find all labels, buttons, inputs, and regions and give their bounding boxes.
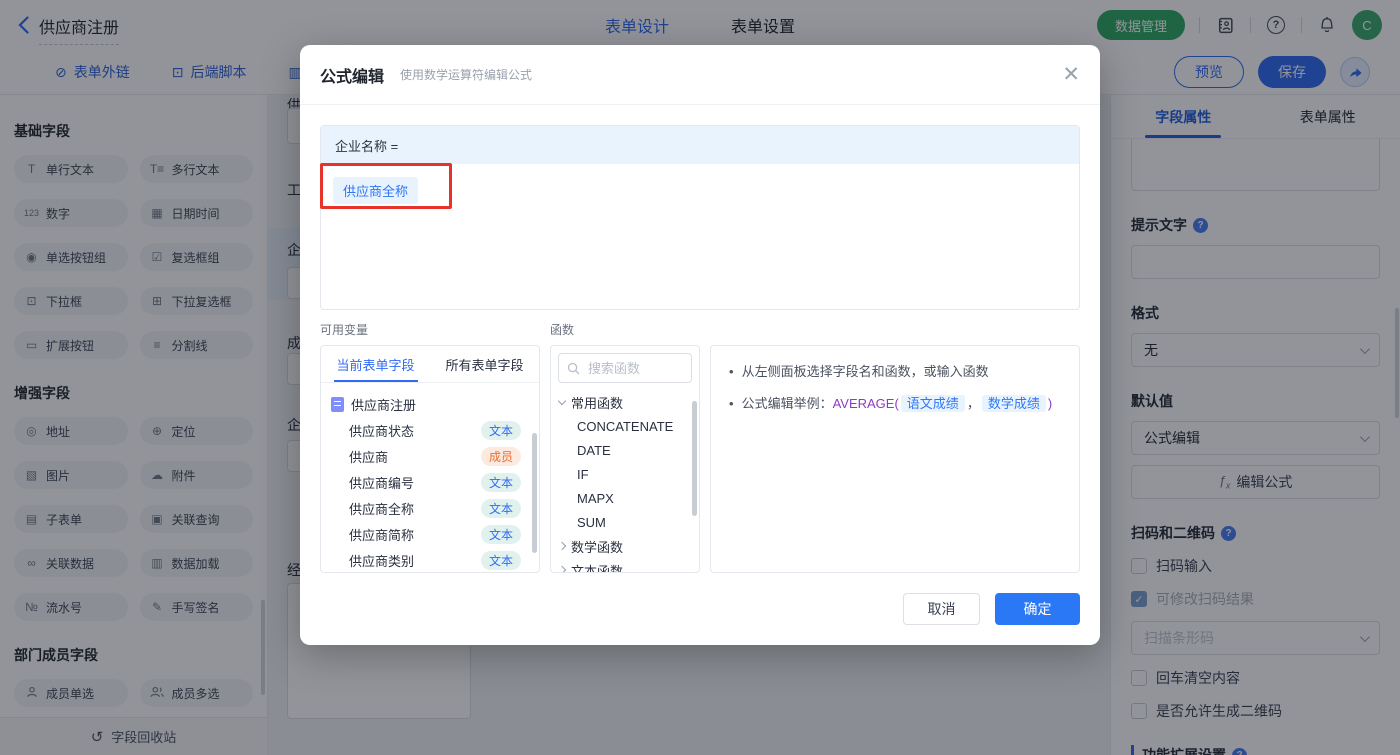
function-search[interactable] bbox=[558, 353, 692, 383]
function-item[interactable]: CONCATENATE bbox=[551, 414, 699, 438]
tip-line-2: 公式编辑举例：AVERAGE(语文成绩，数学成绩) bbox=[729, 394, 1061, 413]
type-badge: 文本 bbox=[480, 420, 521, 440]
formula-editor: 企业名称 = 供应商全称 bbox=[320, 125, 1080, 310]
app-window: 供应商注册 表单设计 表单设置 数据管理 ? C ⊘表单外链 ⊡后端脚本 ▥数据… bbox=[0, 0, 1400, 755]
cancel-button[interactable]: 取消 bbox=[903, 593, 980, 625]
tab-all-form-fields[interactable]: 所有表单字段 bbox=[430, 346, 539, 382]
function-group-math[interactable]: 数学函数 bbox=[551, 534, 699, 558]
example-function-name: AVERAGE( bbox=[832, 396, 899, 411]
form-doc-icon bbox=[331, 396, 344, 412]
confirm-button[interactable]: 确定 bbox=[995, 593, 1080, 625]
search-icon bbox=[567, 362, 580, 375]
chevron-collapsed-icon bbox=[557, 541, 567, 551]
function-group-common[interactable]: 常用函数 bbox=[551, 390, 699, 414]
chevron-expanded-icon bbox=[557, 396, 567, 405]
function-item[interactable]: DATE bbox=[551, 438, 699, 462]
chevron-collapsed-icon bbox=[557, 565, 567, 572]
tip-line-1: 从左侧面板选择字段名和函数，或输入函数 bbox=[729, 362, 1061, 381]
tree-root-form[interactable]: 供应商注册 bbox=[321, 391, 539, 417]
variable-row[interactable]: 供应商类别 文本 bbox=[321, 547, 539, 572]
type-badge: 文本 bbox=[480, 550, 521, 570]
variables-tree: 供应商注册 供应商状态 文本 供应商 成员 供应商编号 文本 供应商全称 文本 bbox=[321, 383, 539, 572]
variable-row[interactable]: 供应商全称 文本 bbox=[321, 495, 539, 521]
formula-edit-modal: 公式编辑 使用数学运算符编辑公式 ✕ 企业名称 = 供应商全称 可用变量 函数 … bbox=[300, 45, 1100, 645]
formula-field-chip[interactable]: 供应商全称 bbox=[333, 177, 419, 204]
tab-current-form-fields[interactable]: 当前表单字段 bbox=[321, 346, 430, 382]
function-item[interactable]: MAPX bbox=[551, 486, 699, 510]
functions-panel: 常用函数 CONCATENATE DATE IF MAPX SUM 数学函数 文… bbox=[550, 345, 700, 573]
variables-scrollbar[interactable] bbox=[532, 433, 537, 553]
variable-row[interactable]: 供应商状态 文本 bbox=[321, 417, 539, 443]
close-icon[interactable]: ✕ bbox=[1062, 64, 1080, 85]
type-badge: 文本 bbox=[480, 498, 521, 518]
modal-header: 公式编辑 使用数学运算符编辑公式 ✕ bbox=[300, 45, 1100, 105]
functions-scrollbar[interactable] bbox=[692, 401, 697, 516]
function-search-input[interactable] bbox=[586, 359, 676, 377]
variables-tabs: 当前表单字段 所有表单字段 bbox=[321, 346, 539, 383]
modal-title: 公式编辑 bbox=[320, 68, 385, 86]
formula-help-panel: 从左侧面板选择字段名和函数，或输入函数 公式编辑举例：AVERAGE(语文成绩，… bbox=[710, 345, 1080, 573]
variables-label: 可用变量 bbox=[320, 323, 369, 337]
function-item[interactable]: IF bbox=[551, 462, 699, 486]
variables-panel: 当前表单字段 所有表单字段 供应商注册 供应商状态 文本 供应商 成员 供应商编… bbox=[320, 345, 540, 573]
formula-input-area[interactable]: 供应商全称 bbox=[321, 164, 1079, 309]
functions-label: 函数 bbox=[550, 323, 575, 337]
variable-row[interactable]: 供应商 成员 bbox=[321, 443, 539, 469]
function-group-text[interactable]: 文本函数 bbox=[551, 558, 699, 572]
variable-row[interactable]: 供应商编号 文本 bbox=[321, 469, 539, 495]
modal-subtitle: 使用数学运算符编辑公式 bbox=[400, 68, 533, 82]
example-field-chip: 语文成绩 bbox=[900, 395, 965, 412]
formula-target-bar: 企业名称 = bbox=[321, 126, 1079, 164]
function-item[interactable]: SUM bbox=[551, 510, 699, 534]
example-field-chip: 数学成绩 bbox=[981, 395, 1046, 412]
variable-row[interactable]: 供应商简称 文本 bbox=[321, 521, 539, 547]
type-badge: 成员 bbox=[480, 446, 521, 466]
type-badge: 文本 bbox=[480, 472, 521, 492]
type-badge: 文本 bbox=[480, 524, 521, 544]
